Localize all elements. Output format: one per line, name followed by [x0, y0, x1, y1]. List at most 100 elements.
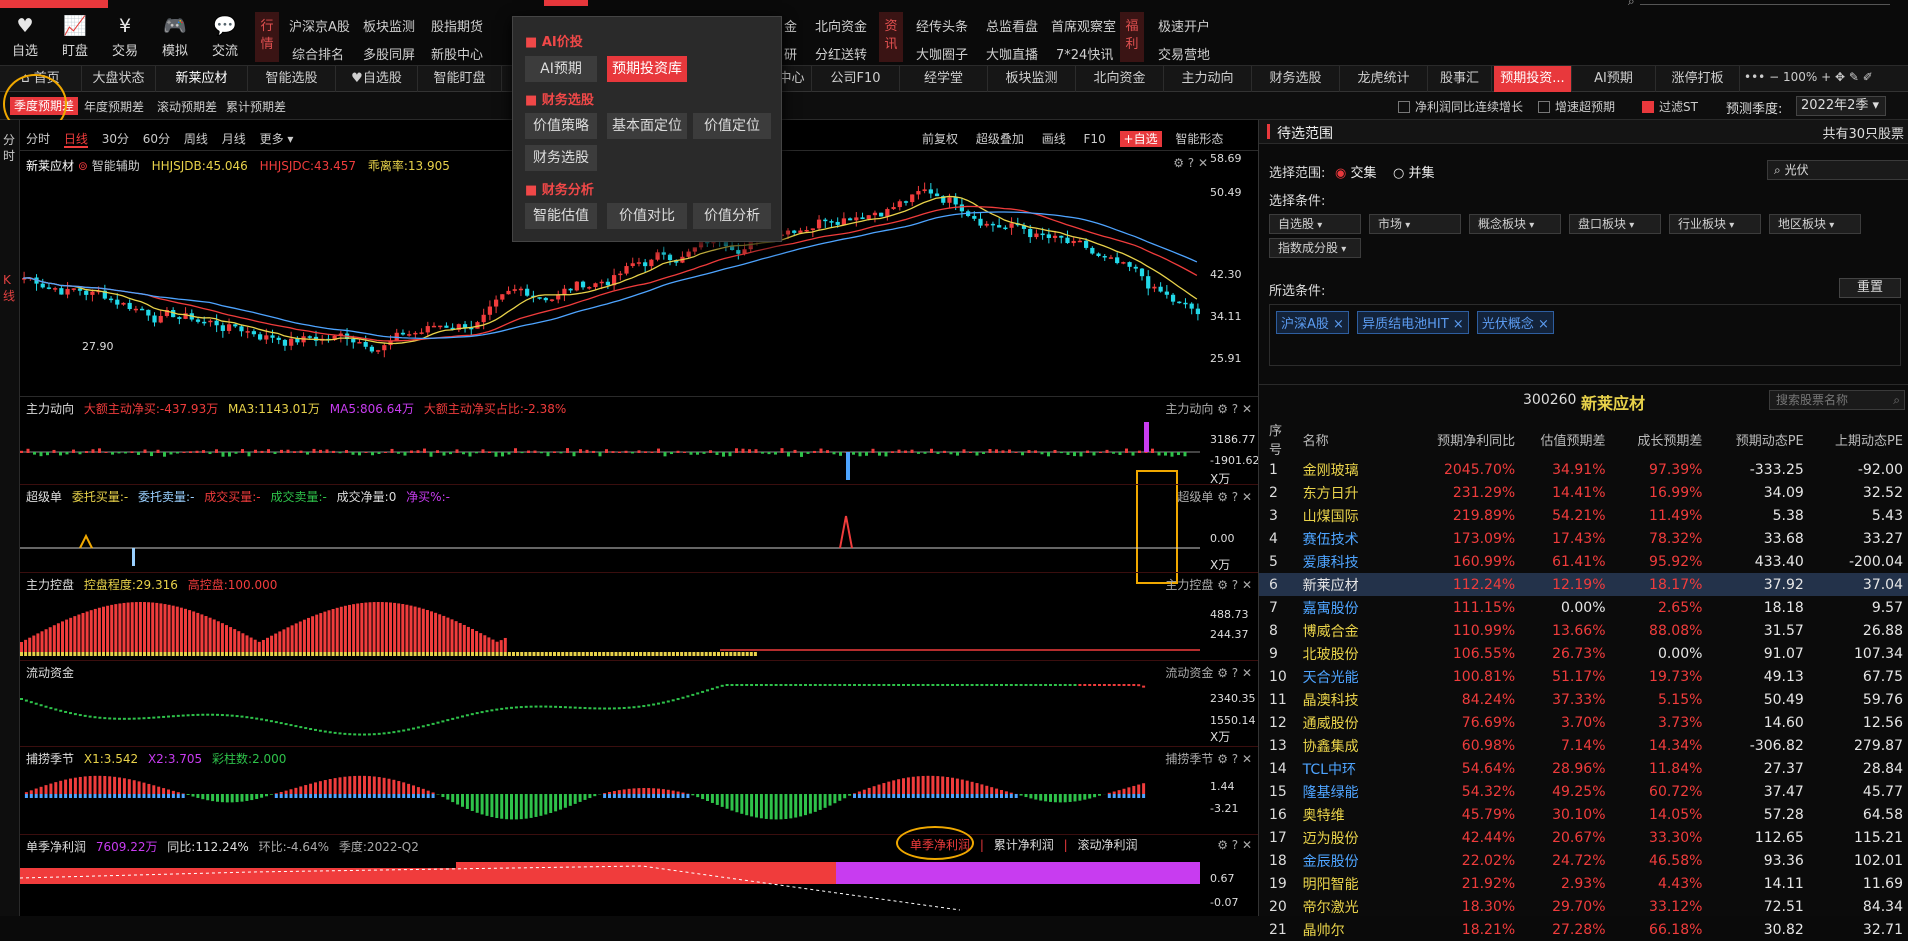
menu-zngz[interactable]: 智能估值: [525, 203, 597, 229]
leftstrip-kline[interactable]: K线: [3, 272, 17, 304]
menu-724[interactable]: 7*24快讯: [1056, 44, 1113, 63]
panel-djl-controls[interactable]: ⚙ ? ✕: [1217, 838, 1252, 852]
pin-icon[interactable]: ✥: [1835, 70, 1845, 84]
table-row[interactable]: 14TCL中环54.64%28.96%11.84%27.3728.84: [1259, 757, 1908, 780]
tab-zixuangu[interactable]: ♥自选股: [336, 66, 418, 92]
menu-jyyd[interactable]: 交易营地: [1158, 44, 1210, 63]
table-row[interactable]: 17迈为股份42.44%20.67%33.30%112.65115.21: [1259, 826, 1908, 849]
tool-f10[interactable]: F10: [1084, 132, 1106, 146]
panel-zlkp-controls[interactable]: 主力控盘 ⚙ ? ✕: [1165, 576, 1252, 593]
menu-dkzb[interactable]: 大咖直播: [986, 44, 1038, 63]
chip-hit[interactable]: 异质结电池HIT ×: [1357, 311, 1469, 334]
table-row[interactable]: 4赛伍技术173.09%17.43%78.32%33.6833.27: [1259, 527, 1908, 550]
table-row[interactable]: 9北玻股份106.55%26.73%0.00%91.07107.34: [1259, 642, 1908, 665]
close-icon[interactable]: ×: [1333, 317, 1344, 332]
nav-jiaoliu-button[interactable]: 💬交流: [200, 14, 250, 59]
period-week[interactable]: 周线: [184, 132, 208, 146]
tab-ztdb[interactable]: 涨停打板: [1656, 66, 1740, 92]
indicator-panel-chart[interactable]: [20, 854, 1200, 914]
chip-pv[interactable]: 光伏概念 ×: [1477, 311, 1554, 334]
zoom-in-icon[interactable]: +: [1821, 70, 1831, 84]
menu-mid-b[interactable]: 研: [784, 44, 797, 63]
menu-jbmdw[interactable]: 基本面定位: [607, 113, 687, 139]
select-industry[interactable]: 行业板块: [1669, 214, 1761, 234]
menu-zhpm[interactable]: 综合排名: [292, 44, 344, 63]
table-row[interactable]: 5爱康科技160.99%61.41%95.92%433.40-200.04: [1259, 550, 1908, 573]
menu-ai-yuqi[interactable]: AI预期: [525, 56, 597, 82]
indicator-panel-chart[interactable]: [20, 680, 1200, 744]
menu-yuqi-touziku[interactable]: 预期投资库: [607, 56, 687, 82]
menu-bxzj[interactable]: 北向资金: [815, 16, 867, 35]
tab-yqtzk[interactable]: 预期投资... ×: [1494, 66, 1572, 92]
panel-zldx-controls[interactable]: 主力动向 ⚙ ? ✕: [1165, 400, 1252, 417]
sector-search-input[interactable]: ⌕ 光伏: [1767, 160, 1908, 180]
tool-diejia[interactable]: 超级叠加: [976, 132, 1024, 146]
tab-bkjc[interactable]: 板块监测: [988, 66, 1076, 92]
menu-sxgcs[interactable]: 首席观察室: [1051, 16, 1116, 35]
tab-dapan[interactable]: 大盘状态: [82, 66, 156, 92]
radio-jiaoji[interactable]: ◉ 交集: [1335, 162, 1377, 181]
menu-mid-a[interactable]: 金: [784, 16, 797, 35]
select-zixuangu[interactable]: 自选股: [1269, 214, 1361, 234]
panel-ldzj-controls[interactable]: 流动资金 ⚙ ? ✕: [1165, 664, 1252, 681]
check-jlrzz[interactable]: 净利润同比连续增长: [1398, 98, 1523, 115]
djl-tab-cumulative[interactable]: 累计净利润: [994, 838, 1054, 852]
col-index[interactable]: 序号: [1259, 420, 1299, 458]
table-row[interactable]: 21晶帅尔18.21%27.28%66.18%30.8232.71: [1259, 918, 1908, 941]
tab-f10[interactable]: 公司F10: [812, 66, 900, 92]
tab-aiyq[interactable]: AI预期: [1572, 66, 1656, 92]
select-pankou[interactable]: 盘口板块: [1569, 214, 1661, 234]
period-day[interactable]: 日线: [64, 132, 88, 148]
add-zixuan-button[interactable]: +自选: [1120, 131, 1162, 147]
col-name[interactable]: 名称: [1299, 420, 1420, 458]
table-row[interactable]: 13协鑫集成60.98%7.14%14.34%-306.82279.87: [1259, 734, 1908, 757]
table-row[interactable]: 6新莱应材112.24%12.19%18.17%37.9237.04: [1259, 573, 1908, 596]
more-icon[interactable]: •••: [1744, 70, 1765, 84]
period-month[interactable]: 月线: [222, 132, 246, 146]
menu-zjkp[interactable]: 总监看盘: [986, 16, 1038, 35]
djl-tab-rolling[interactable]: 滚动净利润: [1077, 838, 1137, 852]
tool-huaxian[interactable]: 画线: [1042, 132, 1066, 146]
indicator-panel-chart[interactable]: [20, 592, 1200, 660]
checkbox[interactable]: [1398, 101, 1410, 113]
check-st[interactable]: 过滤ST: [1642, 98, 1698, 115]
leftstrip-fenshi[interactable]: 分时: [3, 132, 17, 164]
period-60[interactable]: 60分: [143, 132, 170, 146]
menu-jzdb[interactable]: 价值对比: [607, 203, 687, 229]
table-row[interactable]: 20帝尔激光18.30%29.70%33.12%72.5184.34: [1259, 895, 1908, 918]
panel-blj-controls[interactable]: 捕捞季节 ⚙ ? ✕: [1165, 750, 1252, 767]
menu-hsj[interactable]: 沪深京A股: [289, 16, 350, 35]
tab-zndp[interactable]: 智能盯盘: [418, 66, 502, 92]
nav-moni-button[interactable]: 🎮模拟: [150, 14, 200, 59]
select-region[interactable]: 地区板块: [1769, 214, 1861, 234]
period-more[interactable]: 更多 ▾: [260, 132, 294, 146]
chip-hsag[interactable]: 沪深A股 ×: [1276, 311, 1349, 334]
stock-search-input[interactable]: 搜索股票名称 ⌕: [1769, 390, 1905, 410]
tab-xinlai[interactable]: 新莱应材: [156, 66, 248, 92]
check-zscyq[interactable]: 增速超预期: [1538, 98, 1615, 115]
subtab-leiji[interactable]: 累计预期差: [226, 98, 286, 115]
tool-znxt[interactable]: 智能形态: [1175, 132, 1223, 146]
table-row[interactable]: 12通威股份76.69%3.70%3.73%14.6012.56: [1259, 711, 1908, 734]
tab-znxg[interactable]: 智能选股: [248, 66, 336, 92]
menu-jzcl[interactable]: 价值策略: [525, 113, 597, 139]
menu-jzfx[interactable]: 价值分析: [693, 203, 771, 229]
table-row[interactable]: 8博威合金110.99%13.66%88.08%31.5726.88: [1259, 619, 1908, 642]
col-yqpe[interactable]: 预期动态PE: [1708, 420, 1809, 458]
menu-fhsz[interactable]: 分红送转: [815, 44, 867, 63]
table-row[interactable]: 2东方日升231.29%14.41%16.99%34.0932.52: [1259, 481, 1908, 504]
select-index[interactable]: 指数成分股: [1269, 238, 1361, 258]
period-fenshi[interactable]: 分时: [26, 132, 50, 146]
menu-jskh[interactable]: 极速开户: [1158, 16, 1210, 35]
checkbox-checked[interactable]: [1642, 101, 1654, 113]
period-30[interactable]: 30分: [102, 132, 129, 146]
pencil-icon[interactable]: ✐: [1863, 70, 1873, 84]
window-search-icon[interactable]: ⌕: [1628, 0, 1635, 9]
menu-dkqz[interactable]: 大咖圈子: [916, 44, 968, 63]
tab-bxzj[interactable]: 北向资金: [1076, 66, 1164, 92]
table-row[interactable]: 15隆基绿能54.32%49.25%60.72%37.4745.77: [1259, 780, 1908, 803]
col-czyqc[interactable]: 成长预期差: [1612, 420, 1709, 458]
nav-jiaoyi-button[interactable]: ¥交易: [100, 14, 150, 59]
tab-cwxg[interactable]: 财务选股: [1252, 66, 1340, 92]
season-select[interactable]: 2022年2季 ▾: [1796, 96, 1886, 116]
